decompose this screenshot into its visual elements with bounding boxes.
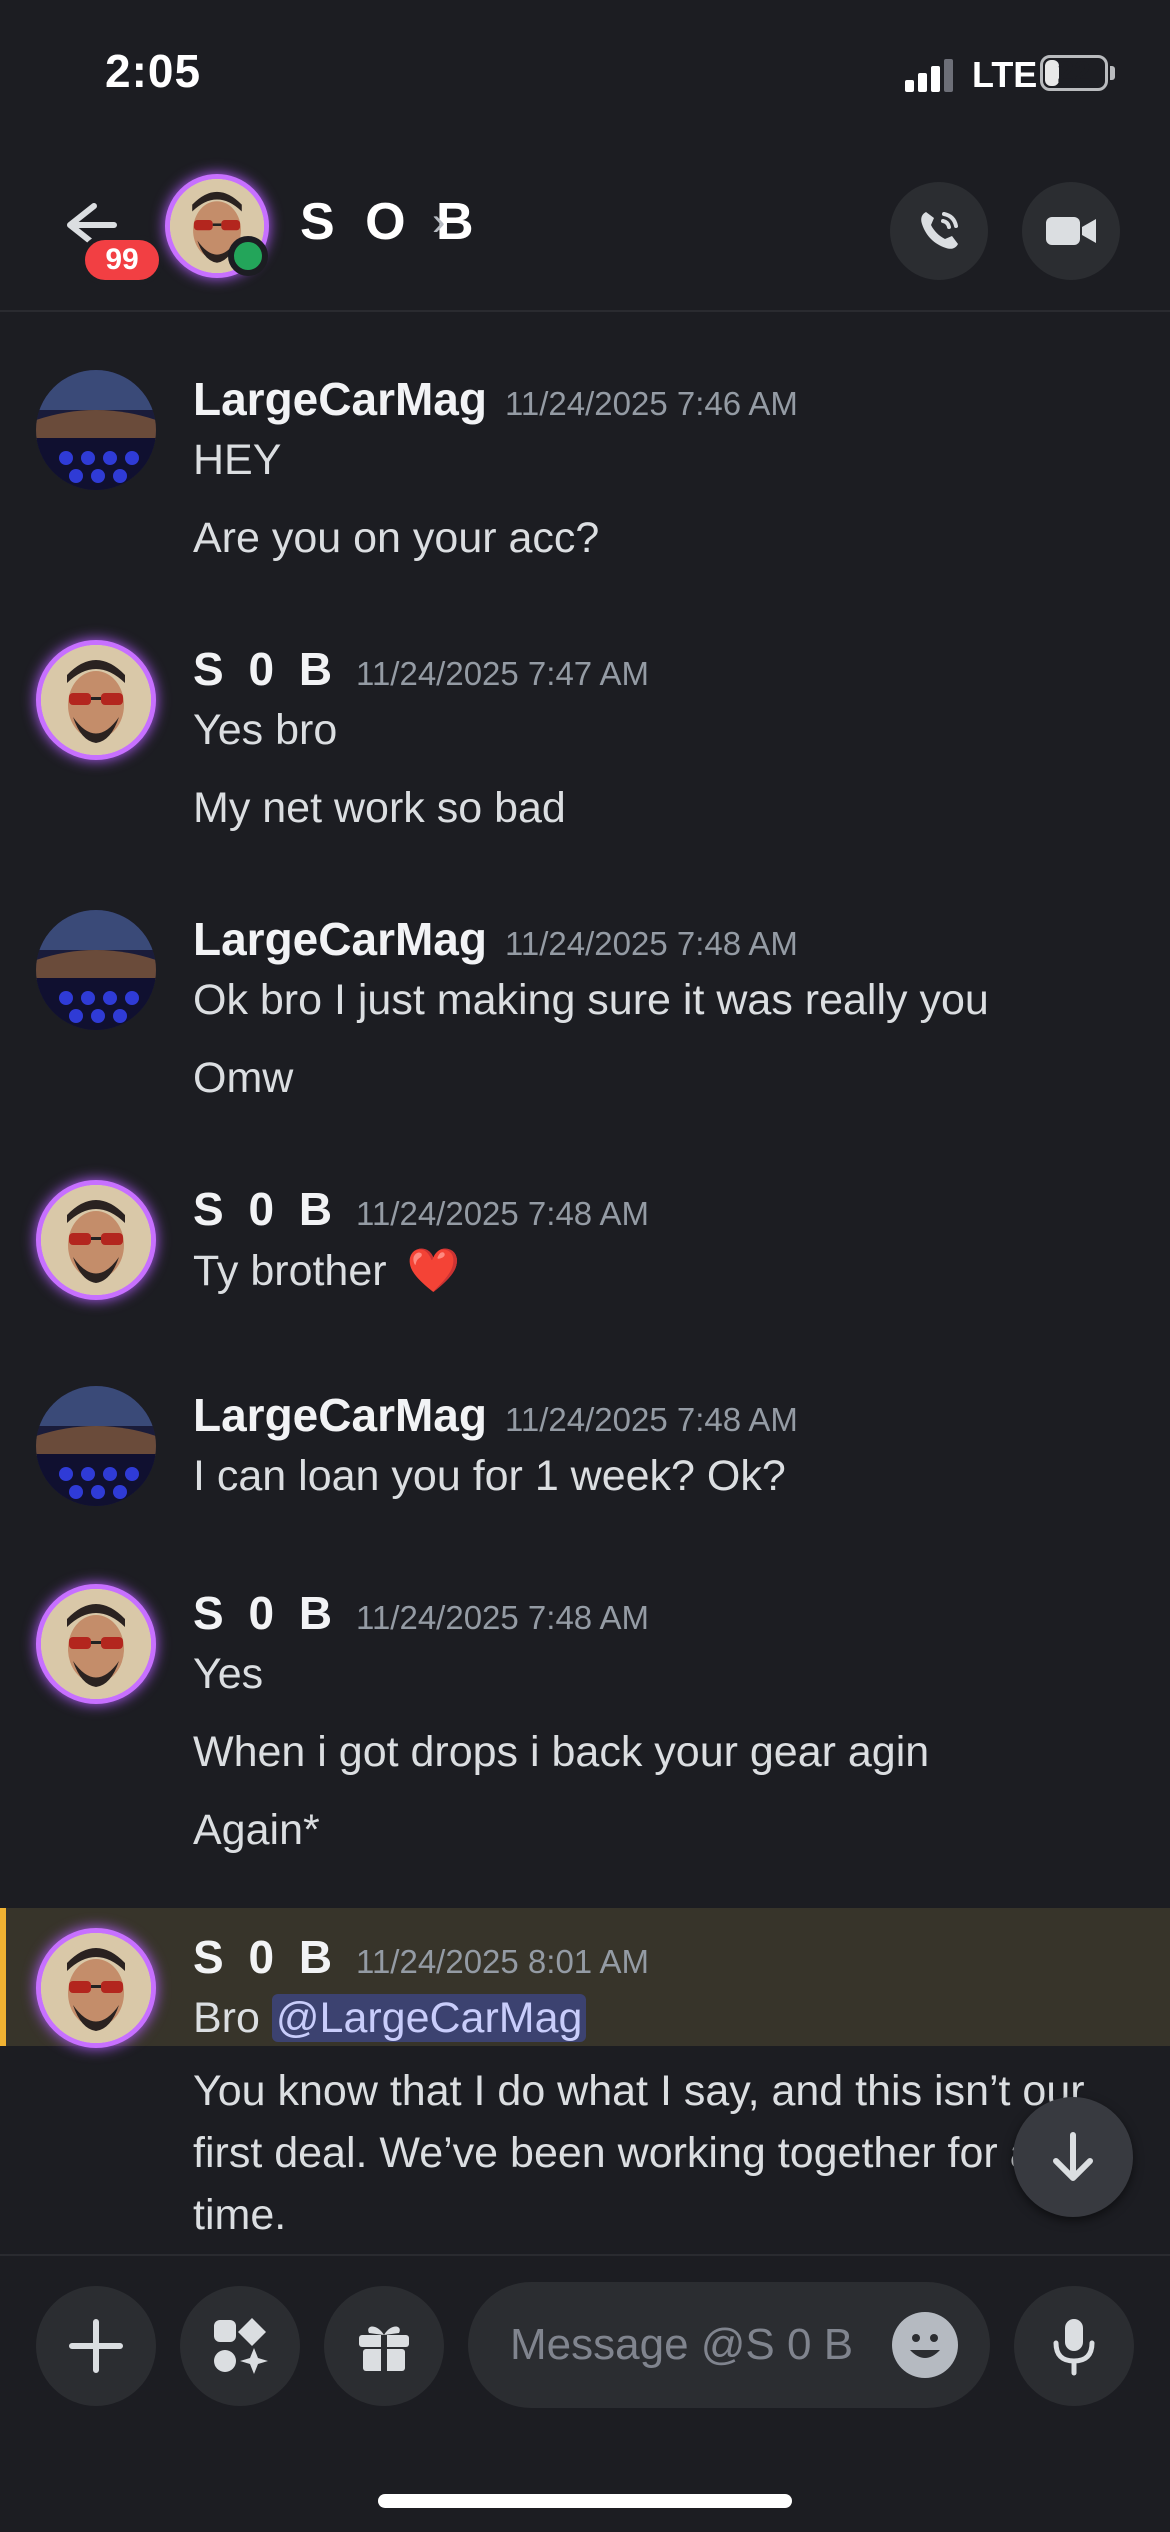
avatar[interactable] xyxy=(36,1386,156,1506)
message-text: Again* xyxy=(193,1806,320,1854)
gift-button[interactable] xyxy=(324,2286,444,2406)
voice-message-button[interactable] xyxy=(1014,2286,1134,2406)
message-group[interactable]: S 0 B 11/24/2025 7:47 AM Yes bro My net w… xyxy=(0,640,1170,840)
phone-icon xyxy=(921,212,958,249)
message-header: S 0 B 11/24/2025 7:47 AM xyxy=(193,642,649,696)
message-timestamp: 11/24/2025 7:47 AM xyxy=(356,655,650,692)
status-bar: 2:05 LTE 22 xyxy=(0,0,1170,150)
user-mention[interactable]: @LargeCarMag xyxy=(271,1994,587,2042)
status-time: 2:05 xyxy=(105,45,202,97)
battery-cap xyxy=(1110,66,1115,80)
network-type: LTE xyxy=(972,54,1038,95)
message-author[interactable]: LargeCarMag xyxy=(193,1389,487,1441)
cellular-signal-icon xyxy=(905,58,955,92)
message-timestamp: 11/24/2025 8:01 AM xyxy=(356,1943,650,1980)
emoji-button[interactable] xyxy=(892,2312,958,2378)
avatar[interactable] xyxy=(36,910,156,1030)
avatar[interactable] xyxy=(36,1180,156,1300)
message-text-content: Bro xyxy=(193,1994,260,2042)
message-text: Are you on your acc? xyxy=(193,514,600,562)
message-text: Ok bro I just making sure it was really … xyxy=(193,976,989,1024)
avatar[interactable] xyxy=(36,370,156,490)
message-group[interactable]: LargeCarMag 11/24/2025 7:48 AM I can loan… xyxy=(0,1386,1170,1526)
message-text: Yes bro xyxy=(193,706,338,754)
message-composer: Message @S 0 B xyxy=(0,2254,1170,2532)
dm-header: 99 S O B › xyxy=(0,150,1170,312)
video-call-button[interactable] xyxy=(1022,182,1120,280)
message-group[interactable]: S 0 B 11/24/2025 8:01 AM Bro @LargeCarMag… xyxy=(0,1928,1170,2254)
avatar-image xyxy=(36,910,156,1030)
message-timestamp: 11/24/2025 7:48 AM xyxy=(356,1599,650,1636)
avatar-image xyxy=(36,1386,156,1506)
message-author[interactable]: S 0 B xyxy=(193,643,338,695)
message-author[interactable]: S 0 B xyxy=(193,1587,338,1639)
message-author[interactable]: LargeCarMag xyxy=(193,373,487,425)
message-text: Ty brother ❤️ xyxy=(193,1246,460,1296)
microphone-icon xyxy=(1053,2319,1095,2376)
message-header: LargeCarMag 11/24/2025 7:48 AM xyxy=(193,912,798,966)
message-text: My net work so bad xyxy=(193,784,566,832)
chevron-right-icon[interactable]: › xyxy=(432,200,445,245)
apps-icon xyxy=(214,2318,268,2374)
add-attachment-button[interactable] xyxy=(36,2286,156,2406)
header-username[interactable]: S O B xyxy=(300,192,482,252)
emoji-icon xyxy=(910,2334,940,2358)
jump-to-bottom-button[interactable] xyxy=(1013,2097,1133,2217)
message-group[interactable]: LargeCarMag 11/24/2025 7:48 AM Ok bro I j… xyxy=(0,910,1170,1110)
battery-level: 22 xyxy=(1057,56,1091,89)
avatar[interactable] xyxy=(36,1584,156,1704)
message-timestamp: 11/24/2025 7:48 AM xyxy=(504,925,798,962)
video-camera-icon xyxy=(1046,217,1096,245)
message-paragraph: You know that I do what I say, and this … xyxy=(193,2067,1127,2239)
avatar[interactable] xyxy=(36,640,156,760)
message-text: HEY xyxy=(193,436,282,484)
avatar-image xyxy=(41,645,151,755)
message-text: Omw xyxy=(193,1054,294,1102)
message-header: LargeCarMag 11/24/2025 7:48 AM xyxy=(193,1388,798,1442)
message-group[interactable]: S 0 B 11/24/2025 7:48 AM Ty brother ❤️ xyxy=(0,1180,1170,1320)
message-author[interactable]: S 0 B xyxy=(193,1183,338,1235)
message-input-placeholder: Message @S 0 B xyxy=(510,2320,854,2369)
voice-call-button[interactable] xyxy=(890,182,988,280)
online-status-dot xyxy=(228,236,268,276)
message-author[interactable]: LargeCarMag xyxy=(193,913,487,965)
avatar-image xyxy=(41,1589,151,1699)
avatar-image xyxy=(36,370,156,490)
message-timestamp: 11/24/2025 7:48 AM xyxy=(356,1195,650,1232)
message-group[interactable]: S 0 B 11/24/2025 7:48 AM Yes When i got d… xyxy=(0,1584,1170,1864)
message-text-content: Ty brother xyxy=(193,1247,387,1295)
message-text: Bro @LargeCarMag xyxy=(193,1994,587,2043)
avatar-image xyxy=(41,1933,151,2043)
heart-emoji-icon: ❤️ xyxy=(406,1247,461,1295)
message-header: LargeCarMag 11/24/2025 7:46 AM xyxy=(193,372,798,426)
message-timestamp: 11/24/2025 7:48 AM xyxy=(504,1401,798,1438)
avatar[interactable] xyxy=(36,1928,156,2048)
dm-screen: 2:05 LTE 22 99 S O B › LargeCarMag 11/24… xyxy=(0,0,1170,2532)
battery-icon: 22 xyxy=(1040,55,1108,91)
arrow-down-icon xyxy=(1053,2132,1093,2181)
message-timestamp: 11/24/2025 7:46 AM xyxy=(504,385,798,422)
message-text: Yes xyxy=(193,1650,264,1698)
message-text: I can loan you for 1 week? Ok? xyxy=(193,1452,786,1500)
plus-icon xyxy=(69,2319,123,2373)
message-group[interactable]: LargeCarMag 11/24/2025 7:46 AM HEY Are yo… xyxy=(0,370,1170,570)
apps-button[interactable] xyxy=(180,2286,300,2406)
message-header: S 0 B 11/24/2025 7:48 AM xyxy=(193,1182,649,1236)
avatar-image xyxy=(41,1185,151,1295)
message-author[interactable]: S 0 B xyxy=(193,1931,338,1983)
message-header: S 0 B 11/24/2025 7:48 AM xyxy=(193,1586,649,1640)
message-text: When i got drops i back your gear agin xyxy=(193,1728,930,1776)
message-header: S 0 B 11/24/2025 8:01 AM xyxy=(193,1930,649,1984)
message-list[interactable]: LargeCarMag 11/24/2025 7:46 AM HEY Are yo… xyxy=(0,314,1170,2254)
unread-badge: 99 xyxy=(80,235,164,285)
gift-icon xyxy=(359,2326,409,2371)
message-input[interactable]: Message @S 0 B xyxy=(468,2282,990,2408)
home-indicator[interactable] xyxy=(378,2494,792,2508)
